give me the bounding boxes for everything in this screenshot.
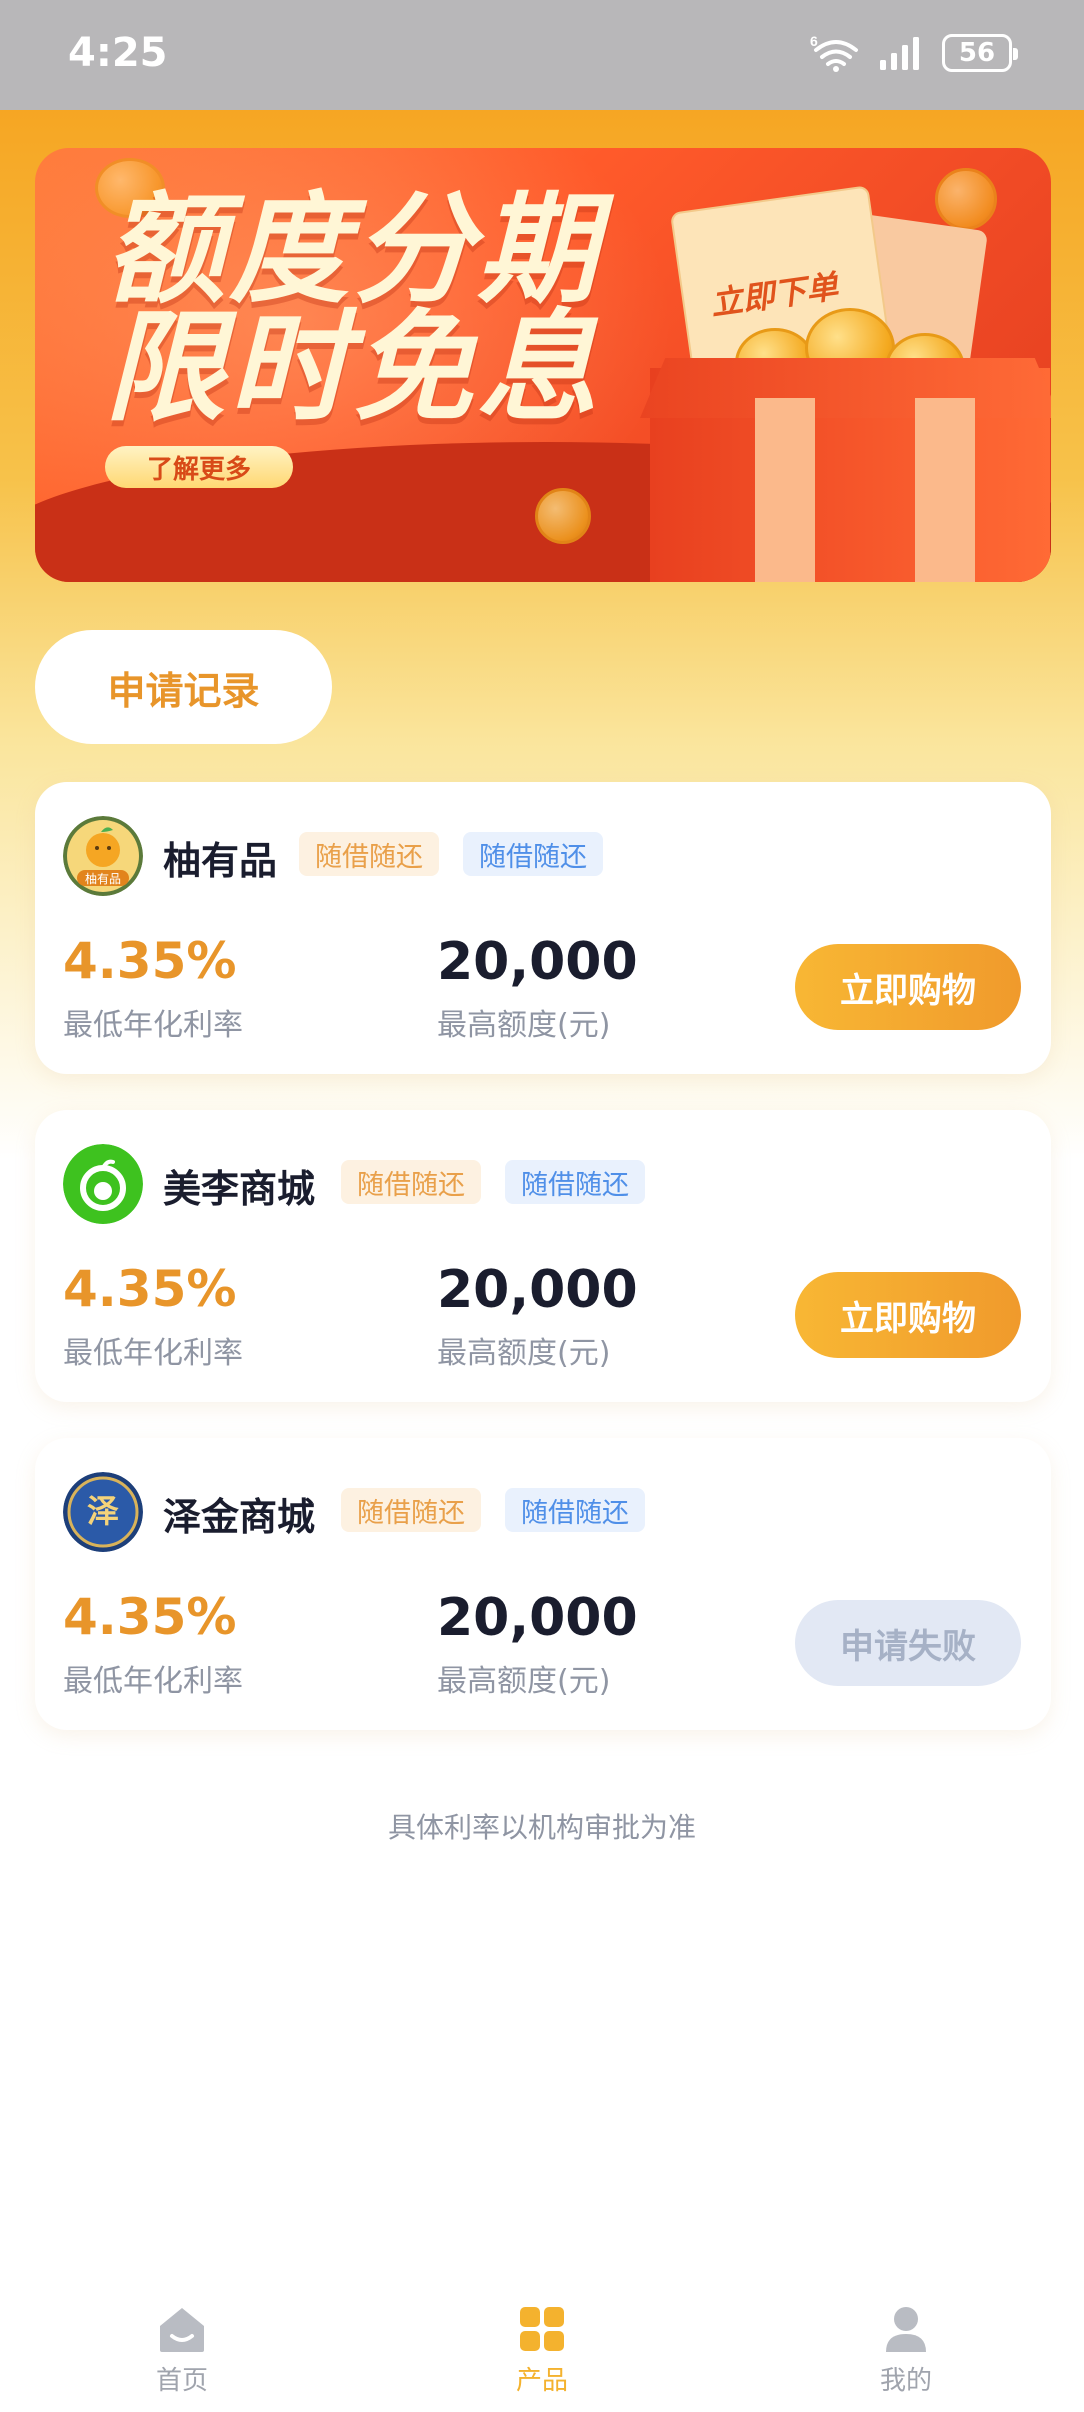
product-card: 美李商城 随借随还 随借随还 4.35% 最低年化利率 20,000 最高额度(… <box>35 1110 1051 1402</box>
wifi-icon: 6 <box>810 34 858 72</box>
repayment-tag: 随借随还 <box>463 832 603 876</box>
product-name: 泽金商城 <box>163 1495 316 1539</box>
interest-rate: 4.35% <box>63 1588 237 1646</box>
tab-label: 首页 <box>155 2366 208 2396</box>
status-bar: 4:25 6 56 <box>0 0 1084 110</box>
battery-level: 56 <box>958 38 996 68</box>
interest-rate-label: 最低年化利率 <box>63 1664 243 1699</box>
rate-disclaimer: 具体利率以机构审批为准 <box>387 1811 696 1844</box>
coin-decoration <box>935 168 997 230</box>
repayment-tag: 随借随还 <box>505 1488 645 1532</box>
youyoupin-logo-icon: 柚有品 <box>63 816 143 896</box>
signal-icon <box>880 37 919 70</box>
repayment-tag: 随借随还 <box>505 1160 645 1204</box>
banner-title-line1: 额度分期 <box>105 181 601 320</box>
battery-icon: 56 <box>942 34 1018 72</box>
logo-text: 泽 <box>87 1492 119 1530</box>
max-amount: 20,000 <box>437 932 638 992</box>
interest-rate: 4.35% <box>63 932 237 990</box>
product-name: 美李商城 <box>163 1167 316 1211</box>
max-amount: 20,000 <box>437 1588 638 1648</box>
network-superscript: 6 <box>810 34 818 49</box>
logo-text: 柚有品 <box>85 871 121 886</box>
tab-products[interactable]: 产品 <box>462 2304 622 2397</box>
zejin-logo-icon: 泽 <box>63 1472 143 1552</box>
bottom-tab-bar: 首页 产品 我的 <box>0 2290 1084 2412</box>
tab-label: 产品 <box>515 2366 568 2396</box>
max-amount-label: 最高额度(元) <box>437 1008 611 1043</box>
status-time: 4:25 <box>68 30 168 76</box>
learn-more-button[interactable]: 了解更多 <box>105 446 293 488</box>
shop-now-button[interactable]: 立即购物 <box>795 1272 1021 1358</box>
tab-home[interactable]: 首页 <box>102 2304 262 2397</box>
status-icons: 6 56 <box>808 34 1018 72</box>
shop-now-button[interactable]: 立即购物 <box>795 944 1021 1030</box>
banner-title: 额度分期 限时免息 <box>105 181 601 438</box>
user-icon <box>886 2307 926 2352</box>
gift-box-lid <box>640 358 1051 418</box>
interest-rate-label: 最低年化利率 <box>63 1008 243 1043</box>
max-amount-label: 最高额度(元) <box>437 1336 611 1371</box>
interest-rate-label: 最低年化利率 <box>63 1336 243 1371</box>
tab-label: 我的 <box>879 2366 932 2396</box>
product-card: 泽 泽金商城 随借随还 随借随还 4.35% 最低年化利率 20,000 最高额… <box>35 1438 1051 1730</box>
max-amount: 20,000 <box>437 1260 638 1320</box>
repayment-tag: 随借随还 <box>299 832 439 876</box>
product-name: 柚有品 <box>163 839 278 883</box>
application-records-button[interactable]: 申请记录 <box>35 630 332 744</box>
repayment-tag: 随借随还 <box>341 1488 481 1532</box>
coin-decoration <box>535 488 591 544</box>
product-card: 柚有品 柚有品 随借随还 随借随还 4.35% 最低年化利率 20,000 最高… <box>35 782 1051 1074</box>
repayment-tag: 随借随还 <box>341 1160 481 1204</box>
max-amount-label: 最高额度(元) <box>437 1664 611 1699</box>
application-failed-button[interactable]: 申请失败 <box>795 1600 1021 1686</box>
meili-logo-icon <box>63 1144 143 1224</box>
banner-title-line2: 限时免息 <box>105 299 601 438</box>
home-icon <box>160 2308 204 2352</box>
tab-profile[interactable]: 我的 <box>826 2304 986 2397</box>
interest-rate: 4.35% <box>63 1260 237 1318</box>
promo-banner[interactable]: 额度分期 限时免息 了解更多 立即下单 <box>35 148 1051 582</box>
grid-icon <box>520 2307 564 2351</box>
